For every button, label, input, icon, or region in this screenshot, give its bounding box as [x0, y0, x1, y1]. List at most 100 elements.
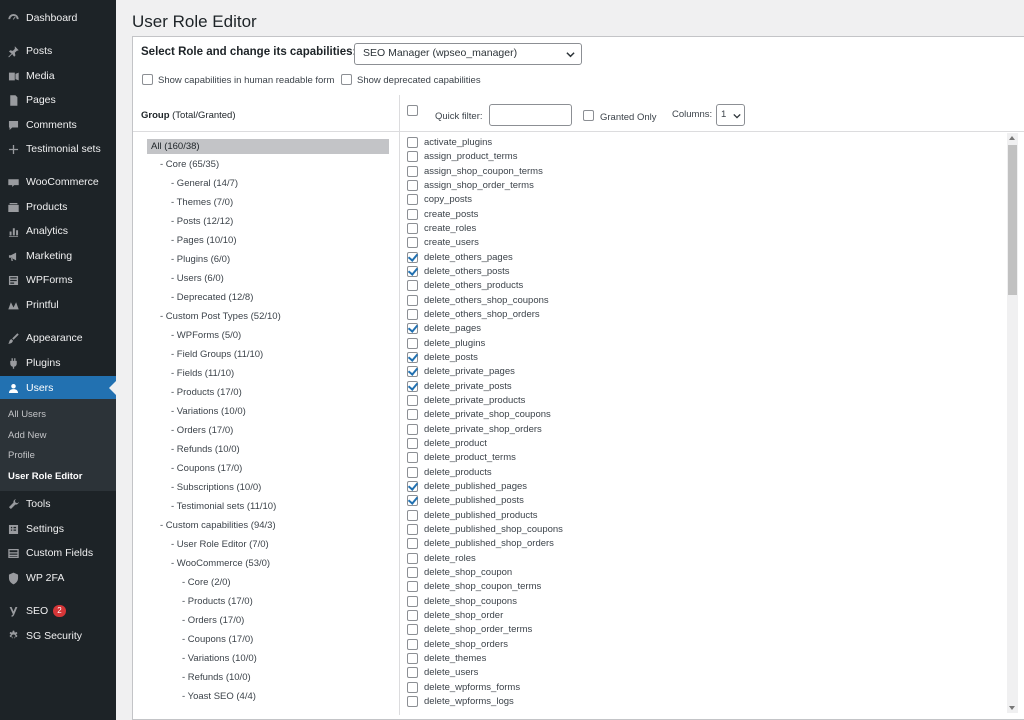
capability-checkbox[interactable]	[407, 208, 418, 220]
group-item[interactable]: - Subscriptions (10/0)	[171, 482, 261, 493]
capability-checkbox[interactable]	[407, 280, 418, 292]
sidebar-item-dashboard[interactable]: Dashboard	[0, 7, 116, 29]
capability-row[interactable]: delete_users	[407, 666, 478, 679]
sidebar-item-users[interactable]: Users	[0, 376, 116, 400]
capability-checkbox[interactable]	[407, 609, 418, 621]
capability-checkbox[interactable]	[407, 509, 418, 521]
sidebar-item-analytics[interactable]: Analytics	[0, 220, 116, 242]
capability-row[interactable]: delete_themes	[407, 652, 486, 665]
capability-row[interactable]: assign_shop_order_terms	[407, 179, 534, 192]
capability-scrollbar[interactable]	[1007, 133, 1018, 713]
group-item[interactable]: - Refunds (10/0)	[171, 444, 240, 455]
group-item[interactable]: - Deprecated (12/8)	[171, 292, 253, 303]
capability-checkbox[interactable]	[407, 581, 418, 593]
capability-row[interactable]: delete_shop_order_terms	[407, 623, 532, 636]
capability-checkbox[interactable]	[407, 423, 418, 435]
capability-row[interactable]: delete_private_shop_coupons	[407, 408, 551, 421]
capability-checkbox[interactable]	[407, 566, 418, 578]
sidebar-item-plugins[interactable]: Plugins	[0, 352, 116, 374]
capability-checkbox[interactable]	[407, 308, 418, 320]
sidebar-item-sg-security[interactable]: SG Security	[0, 625, 116, 647]
capability-checkbox[interactable]	[407, 409, 418, 421]
capability-row[interactable]: delete_others_pages	[407, 251, 513, 264]
capability-row[interactable]: delete_private_pages	[407, 365, 515, 378]
group-item[interactable]: - Plugins (6/0)	[171, 254, 230, 265]
quick-filter-input[interactable]	[489, 104, 572, 126]
capability-checkbox[interactable]	[407, 538, 418, 550]
capability-checkbox[interactable]	[407, 380, 418, 392]
capability-checkbox[interactable]	[407, 265, 418, 277]
select-all-checkbox[interactable]	[407, 105, 418, 116]
capability-checkbox[interactable]	[407, 366, 418, 378]
capability-row[interactable]: delete_products	[407, 466, 492, 479]
group-item[interactable]: - Coupons (17/0)	[171, 463, 242, 474]
capability-row[interactable]: delete_product	[407, 437, 487, 450]
submenu-item-profile[interactable]: Profile	[8, 450, 35, 461]
capability-row[interactable]: delete_roles	[407, 552, 476, 565]
columns-select[interactable]: 1	[716, 104, 745, 126]
capability-row[interactable]: delete_others_posts	[407, 265, 510, 278]
group-item[interactable]: - Yoast SEO (4/4)	[182, 691, 256, 702]
sidebar-item-media[interactable]: Media	[0, 65, 116, 87]
capability-row[interactable]: activate_plugins	[407, 136, 492, 149]
capability-checkbox[interactable]	[407, 437, 418, 449]
capability-row[interactable]: delete_published_shop_orders	[407, 537, 554, 550]
capability-row[interactable]: delete_published_shop_coupons	[407, 523, 563, 536]
group-item[interactable]: - Custom Post Types (52/10)	[160, 311, 281, 322]
group-item[interactable]: - Coupons (17/0)	[182, 634, 253, 645]
capability-row[interactable]: copy_posts	[407, 193, 472, 206]
group-item[interactable]: - Orders (17/0)	[182, 615, 244, 626]
capability-row[interactable]: delete_wpforms_logs	[407, 695, 514, 708]
capability-checkbox[interactable]	[407, 237, 418, 249]
capability-row[interactable]: delete_plugins	[407, 337, 485, 350]
capability-row[interactable]: delete_published_pages	[407, 480, 527, 493]
sidebar-item-posts[interactable]: Posts	[0, 40, 116, 62]
group-item[interactable]: - Users (6/0)	[171, 273, 224, 284]
sidebar-item-comments[interactable]: Comments	[0, 114, 116, 136]
capability-checkbox[interactable]	[407, 222, 418, 234]
group-item[interactable]: - Core (2/0)	[182, 577, 231, 588]
capability-checkbox[interactable]	[407, 452, 418, 464]
capability-checkbox[interactable]	[407, 523, 418, 535]
capability-checkbox[interactable]	[407, 179, 418, 191]
group-item[interactable]: - Products (17/0)	[171, 387, 242, 398]
group-item[interactable]: - Variations (10/0)	[182, 653, 257, 664]
group-item[interactable]: - Orders (17/0)	[171, 425, 233, 436]
group-item[interactable]: - Refunds (10/0)	[182, 672, 251, 683]
sidebar-item-settings[interactable]: Settings	[0, 518, 116, 540]
capability-checkbox[interactable]	[407, 294, 418, 306]
capability-checkbox[interactable]	[407, 652, 418, 664]
group-item[interactable]: - Pages (10/10)	[171, 235, 236, 246]
capability-row[interactable]: delete_published_products	[407, 509, 538, 522]
capability-row[interactable]: delete_others_shop_coupons	[407, 294, 549, 307]
capability-row[interactable]: delete_pages	[407, 322, 481, 335]
capability-checkbox[interactable]	[407, 251, 418, 263]
group-item[interactable]: - Fields (11/10)	[171, 368, 234, 379]
capability-checkbox[interactable]	[407, 495, 418, 507]
capability-checkbox[interactable]	[407, 624, 418, 636]
group-item[interactable]: - User Role Editor (7/0)	[171, 539, 269, 550]
submenu-item-add-new[interactable]: Add New	[8, 430, 47, 441]
capability-checkbox[interactable]	[407, 552, 418, 564]
capability-checkbox[interactable]	[407, 466, 418, 478]
sidebar-item-wp-2fa[interactable]: WP 2FA	[0, 567, 116, 589]
capability-row[interactable]: delete_private_posts	[407, 380, 512, 393]
capability-checkbox[interactable]	[407, 595, 418, 607]
scrollbar-thumb[interactable]	[1008, 145, 1017, 295]
group-item[interactable]: - Themes (7/0)	[171, 197, 233, 208]
capability-row[interactable]: assign_shop_coupon_terms	[407, 165, 543, 178]
role-select[interactable]: SEO Manager (wpseo_manager)	[354, 43, 582, 65]
capability-checkbox[interactable]	[407, 351, 418, 363]
sidebar-item-custom-fields[interactable]: Custom Fields	[0, 542, 116, 564]
group-item[interactable]: - WPForms (5/0)	[171, 330, 241, 341]
group-item[interactable]: - Field Groups (11/10)	[171, 349, 263, 360]
capability-checkbox[interactable]	[407, 337, 418, 349]
capability-checkbox[interactable]	[407, 480, 418, 492]
capability-row[interactable]: delete_others_shop_orders	[407, 308, 540, 321]
capability-checkbox[interactable]	[407, 194, 418, 206]
granted-only-checkbox[interactable]	[583, 110, 594, 121]
capability-checkbox[interactable]	[407, 394, 418, 406]
sidebar-item-pages[interactable]: Pages	[0, 89, 116, 111]
sidebar-item-marketing[interactable]: Marketing	[0, 245, 116, 267]
capability-checkbox[interactable]	[407, 323, 418, 335]
